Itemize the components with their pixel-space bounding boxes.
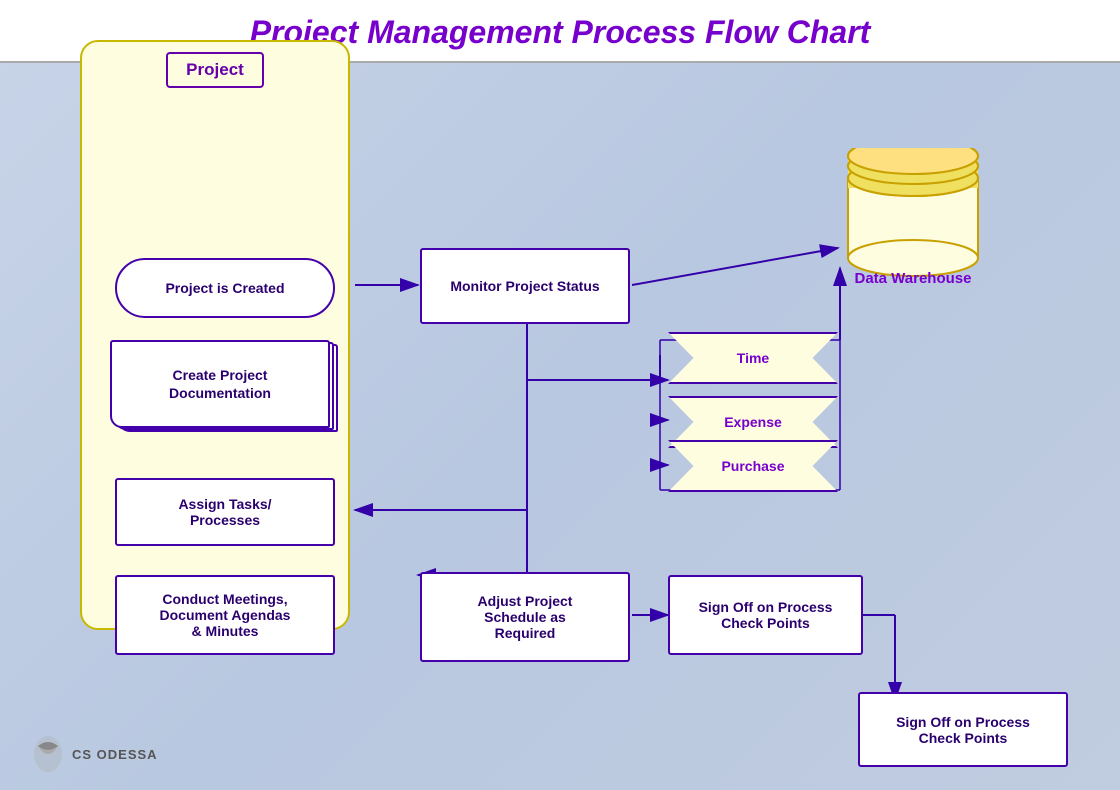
sign-off-1-shape: Sign Off on ProcessCheck Points bbox=[668, 575, 863, 655]
time-shape: Time bbox=[668, 332, 838, 384]
expense-label: Expense bbox=[724, 414, 782, 430]
adjust-schedule-label: Adjust ProjectSchedule asRequired bbox=[478, 593, 573, 641]
lane-title-box: Project bbox=[166, 52, 264, 88]
assign-tasks-label: Assign Tasks/Processes bbox=[178, 496, 271, 528]
monitor-status-shape: Monitor Project Status bbox=[420, 248, 630, 324]
logo-text: CS ODESSA bbox=[72, 747, 158, 762]
purchase-label: Purchase bbox=[721, 458, 784, 474]
project-created-label: Project is Created bbox=[165, 280, 284, 296]
adjust-schedule-shape: Adjust ProjectSchedule asRequired bbox=[420, 572, 630, 662]
lane-title-text: Project bbox=[186, 60, 244, 79]
logo-icon bbox=[30, 736, 66, 772]
assign-tasks-shape: Assign Tasks/Processes bbox=[115, 478, 335, 546]
data-warehouse-label: Data Warehouse bbox=[838, 269, 988, 289]
time-label: Time bbox=[737, 350, 769, 366]
project-created-shape: Project is Created bbox=[115, 258, 335, 318]
conduct-meetings-shape: Conduct Meetings,Document Agendas& Minut… bbox=[115, 575, 335, 655]
sign-off-2-label: Sign Off on ProcessCheck Points bbox=[896, 714, 1030, 746]
data-warehouse-shape: Data Warehouse bbox=[838, 148, 988, 288]
sign-off-1-label: Sign Off on ProcessCheck Points bbox=[699, 599, 833, 631]
conduct-meetings-label: Conduct Meetings,Document Agendas& Minut… bbox=[160, 591, 291, 639]
lane-title-container: Project bbox=[92, 52, 338, 88]
purchase-shape: Purchase bbox=[668, 440, 838, 492]
monitor-status-label: Monitor Project Status bbox=[450, 278, 599, 294]
logo: CS ODESSA bbox=[30, 736, 158, 772]
create-docs-stack: Create ProjectDocumentation bbox=[110, 340, 340, 440]
data-warehouse-svg bbox=[838, 148, 988, 288]
sign-off-2-shape: Sign Off on ProcessCheck Points bbox=[858, 692, 1068, 767]
create-docs-label: Create ProjectDocumentation bbox=[169, 366, 271, 402]
